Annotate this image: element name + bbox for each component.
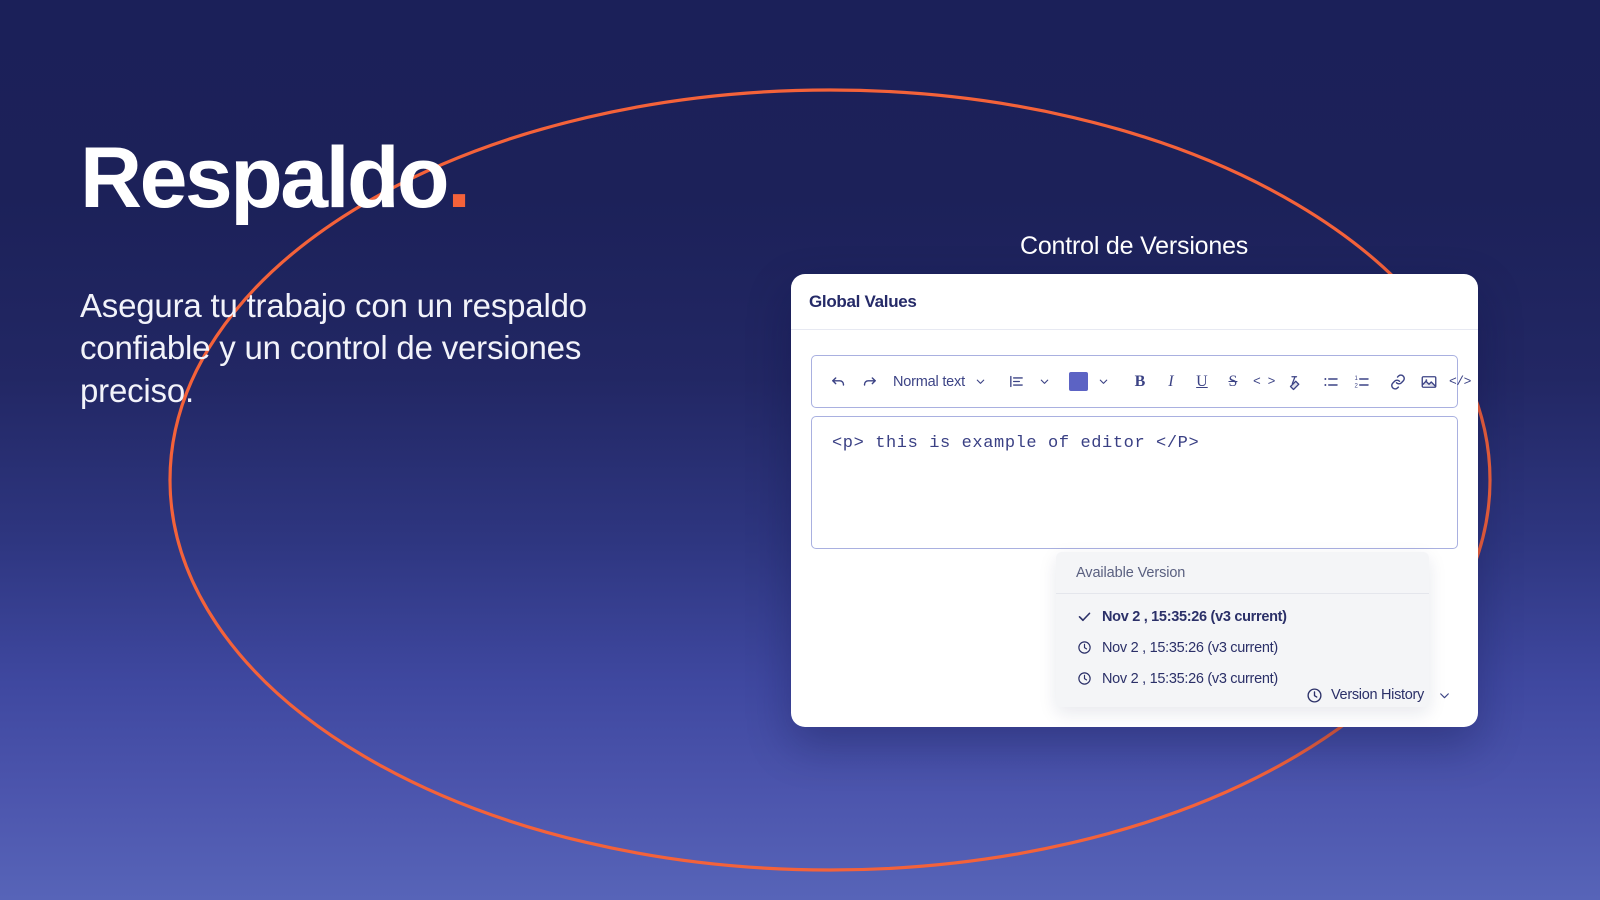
clock-icon [1076,639,1093,656]
bold-button[interactable]: B [1128,367,1152,397]
svg-text:2: 2 [1354,383,1358,389]
editor-card: Global Values Normal text B I U S < > 1 … [791,274,1478,727]
align-left-icon [1005,367,1029,397]
clock-icon [1306,687,1323,704]
brand-name: Respaldo [80,130,450,226]
card-header: Global Values [791,274,1478,330]
card-body: Normal text B I U S < > 1 2 </> <p> this… [791,330,1478,707]
editor-toolbar: Normal text B I U S < > 1 2 </> [811,355,1471,408]
link-icon[interactable] [1386,367,1410,397]
version-label: Nov 2 , 15:35:26 (v3 current) [1102,639,1278,656]
italic-button[interactable]: I [1159,367,1183,397]
version-history-label: Version History [1330,687,1424,703]
color-swatch-icon [1068,372,1088,391]
editor-text: <p> this is example of editor </P> [832,434,1200,453]
list-item[interactable]: Nov 2 , 15:35:26 (v3 current) [1056,632,1429,663]
hero-section: Respaldo. Asegura tu trabajo con un resp… [80,134,720,412]
section-caption: Control de Versiones [1020,232,1249,260]
inline-code-button[interactable]: < > [1252,367,1276,397]
brand-wordmark: Respaldo. [80,134,720,223]
editor-content-area[interactable]: <p> this is example of editor </P> [811,416,1458,549]
text-style-dropdown[interactable]: Normal text [893,367,993,397]
numbered-list-icon[interactable]: 1 2 [1350,367,1374,397]
redo-icon[interactable] [857,367,881,397]
underline-button[interactable]: U [1190,367,1214,397]
clock-icon [1076,670,1093,687]
check-icon [1076,608,1093,625]
text-color-dropdown[interactable] [1068,367,1116,397]
hero-subtitle: Asegura tu trabajo con un respaldo confi… [80,286,587,409]
alignment-dropdown[interactable] [1005,367,1057,397]
chevron-down-icon [1092,367,1116,397]
image-icon[interactable] [1417,367,1441,397]
list-item[interactable]: Nov 2 , 15:35:26 (v3 current) [1056,601,1429,632]
clear-formatting-icon[interactable] [1283,367,1307,397]
strikethrough-button[interactable]: S [1221,367,1245,397]
brand-dot: . [447,130,471,226]
bullet-list-icon[interactable] [1319,367,1343,397]
dropdown-header: Available Version [1056,552,1429,594]
code-block-button[interactable]: </> [1448,367,1472,397]
text-style-label: Normal text [893,373,965,390]
version-history-button[interactable]: Version History [1306,680,1456,710]
chevron-down-icon [1033,367,1057,397]
svg-text:1: 1 [1354,375,1358,381]
undo-icon[interactable] [826,367,850,397]
version-label: Nov 2 , 15:35:26 (v3 current) [1102,670,1278,687]
card-title: Global Values [809,291,917,311]
chevron-down-icon [1432,680,1456,710]
chevron-down-icon [969,367,993,397]
version-label: Nov 2 , 15:35:26 (v3 current) [1102,608,1287,625]
